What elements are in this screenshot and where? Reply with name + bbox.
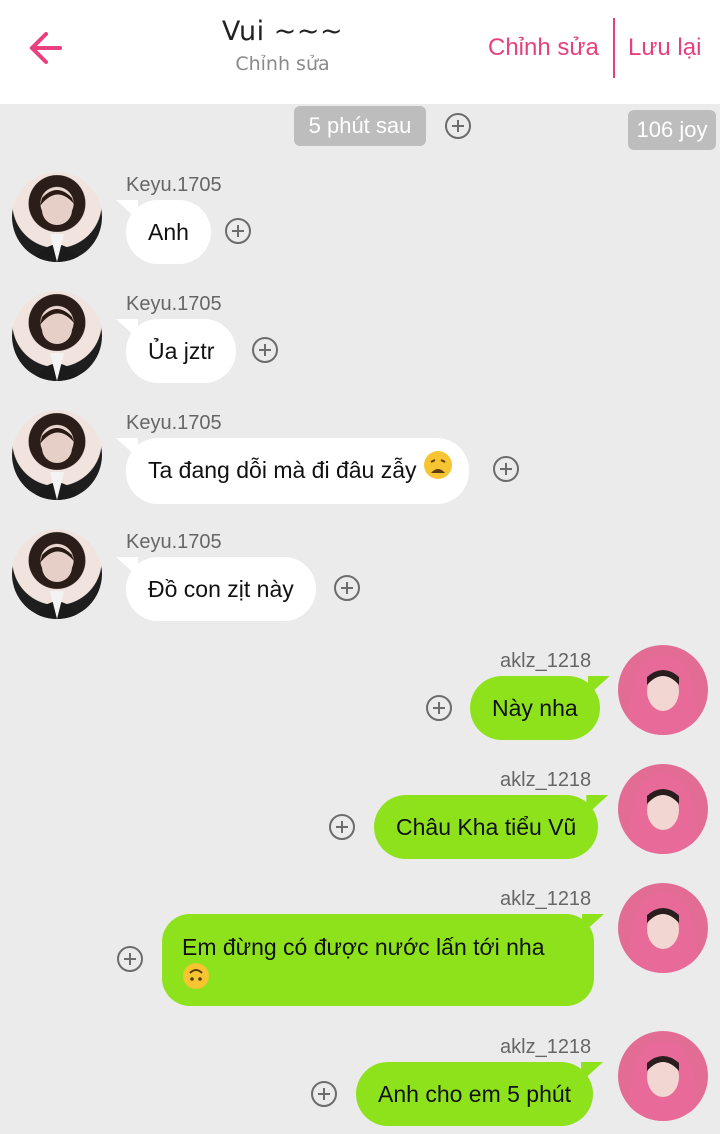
title-block: Vui ~~~ Chỉnh sửa bbox=[180, 16, 385, 75]
sender-name: Keyu.1705 bbox=[126, 293, 222, 315]
add-plus-icon[interactable] bbox=[311, 1081, 337, 1107]
avatar[interactable] bbox=[12, 529, 102, 619]
chat-header: Vui ~~~ Chỉnh sửa Chỉnh sửa Lưu lại bbox=[0, 0, 720, 104]
avatar[interactable] bbox=[12, 410, 102, 500]
time-skip-pill: 5 phút sau bbox=[294, 106, 426, 146]
add-plus-icon[interactable] bbox=[225, 218, 251, 244]
sender-name: Keyu.1705 bbox=[126, 412, 222, 434]
message-bubble[interactable]: Đồ con zịt này bbox=[126, 557, 316, 621]
message-bubble[interactable]: Em đừng có được nước lấn tới nha bbox=[162, 914, 594, 1006]
avatar[interactable] bbox=[618, 1031, 708, 1121]
message-bubble[interactable]: Châu Kha tiểu Vũ bbox=[374, 795, 599, 859]
header-divider bbox=[613, 18, 615, 78]
message-bubble[interactable]: Anh cho em 5 phút bbox=[356, 1062, 594, 1126]
add-plus-icon[interactable] bbox=[445, 113, 471, 139]
avatar[interactable] bbox=[12, 291, 102, 381]
upside-down-face-emoji bbox=[182, 962, 210, 997]
message-bubble[interactable]: Ta đang dỗi mà đi đâu zẫy bbox=[126, 438, 469, 504]
weary-face-emoji bbox=[423, 440, 453, 504]
message-text: Ta đang dỗi mà đi đâu zẫy bbox=[148, 457, 417, 483]
joy-counter-badge: 106 joy bbox=[628, 110, 716, 150]
sender-name: Keyu.1705 bbox=[126, 174, 222, 196]
avatar[interactable] bbox=[618, 883, 708, 973]
add-plus-icon[interactable] bbox=[117, 946, 143, 972]
add-plus-icon[interactable] bbox=[252, 337, 278, 363]
add-plus-icon[interactable] bbox=[426, 695, 452, 721]
sender-name: Keyu.1705 bbox=[126, 531, 222, 553]
avatar[interactable] bbox=[618, 645, 708, 735]
message-bubble[interactable]: Anh bbox=[126, 200, 211, 264]
message-bubble[interactable]: Ủa jztr bbox=[126, 319, 237, 383]
back-arrow-icon[interactable] bbox=[24, 28, 64, 68]
add-plus-icon[interactable] bbox=[334, 575, 360, 601]
message-text: Em đừng có được nước lấn tới nha bbox=[182, 934, 545, 960]
add-plus-icon[interactable] bbox=[493, 456, 519, 482]
chat-subtitle: Chỉnh sửa bbox=[235, 53, 330, 75]
add-plus-icon[interactable] bbox=[329, 814, 355, 840]
sender-name: aklz_1218 bbox=[500, 1036, 592, 1058]
avatar[interactable] bbox=[618, 764, 708, 854]
sender-name: aklz_1218 bbox=[500, 769, 592, 791]
sender-name: aklz_1218 bbox=[500, 650, 592, 672]
message-bubble[interactable]: Này nha bbox=[470, 676, 600, 740]
save-button[interactable]: Lưu lại bbox=[628, 34, 701, 62]
edit-button[interactable]: Chỉnh sửa bbox=[488, 34, 599, 62]
chat-title: Vui ~~~ bbox=[221, 16, 344, 47]
avatar[interactable] bbox=[12, 172, 102, 262]
sender-name: aklz_1218 bbox=[500, 888, 592, 910]
